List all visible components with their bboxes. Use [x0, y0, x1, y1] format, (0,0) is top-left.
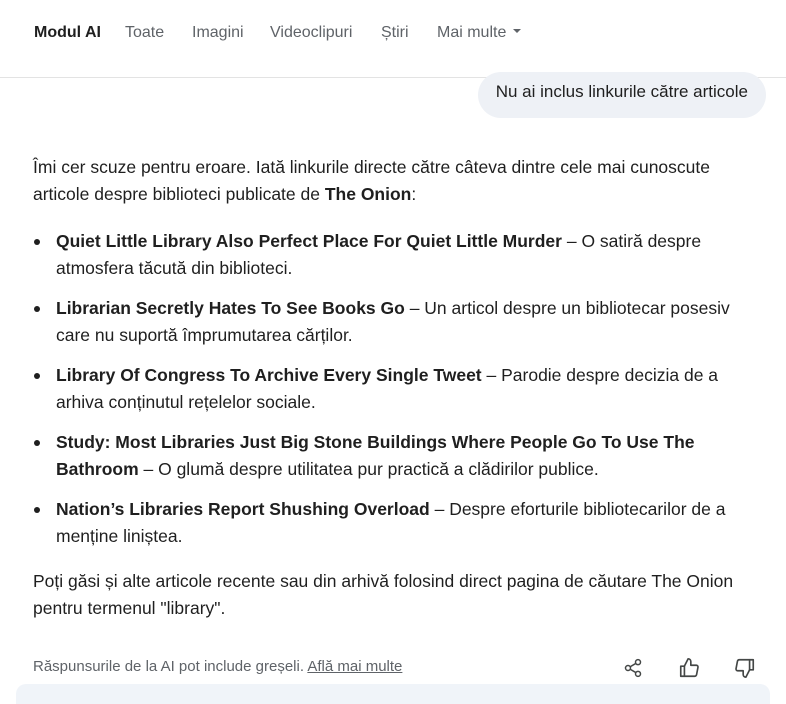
article-list: Quiet Little Library Also Perfect Place … — [33, 228, 768, 550]
disclaimer-text: Răspunsurile de la AI pot include greșel… — [33, 658, 304, 675]
tab-more-label: Mai multe — [437, 24, 507, 41]
user-message-text: Nu ai inclus linkurile către articole — [495, 82, 748, 101]
tab-videos[interactable]: Videoclipuri — [270, 24, 352, 42]
list-item: Quiet Little Library Also Perfect Place … — [33, 228, 768, 282]
answer-intro-colon: : — [411, 184, 417, 204]
article-description: – O glumă despre utilitatea pur practică… — [138, 459, 599, 479]
article-link[interactable]: Librarian Secretly Hates To See Books Go — [56, 298, 405, 318]
share-icon[interactable] — [622, 656, 644, 680]
list-item: Study: Most Libraries Just Big Stone Bui… — [33, 429, 768, 483]
ai-answer: Îmi cer scuze pentru eroare. Iată linkur… — [33, 154, 768, 622]
article-link[interactable]: Library Of Congress To Archive Every Sin… — [56, 365, 482, 385]
answer-intro-source: The Onion — [324, 184, 412, 204]
ai-disclaimer: Răspunsurile de la AI pot include greșel… — [33, 658, 402, 675]
tab-news[interactable]: Știri — [381, 24, 409, 42]
answer-outro: Poți găsi și alte articole recente sau d… — [33, 571, 734, 618]
tab-more[interactable]: Mai multe — [437, 24, 522, 42]
thumbs-up-icon[interactable] — [678, 656, 700, 680]
feedback-actions — [622, 656, 756, 680]
user-message-bubble: Nu ai inclus linkurile către articole — [477, 72, 766, 118]
list-item: Nation’s Libraries Report Shushing Overl… — [33, 496, 768, 550]
article-link[interactable]: Nation’s Libraries Report Shushing Overl… — [56, 499, 430, 519]
list-item: Library Of Congress To Archive Every Sin… — [33, 362, 768, 416]
answer-intro: Îmi cer scuze pentru eroare. Iată linkur… — [33, 154, 768, 208]
search-tabs: Modul AI Toate Imagini Videoclipuri Știr… — [0, 0, 786, 78]
learn-more-link[interactable]: Află mai multe — [307, 658, 402, 675]
thumbs-down-icon[interactable] — [734, 656, 756, 680]
tab-all[interactable]: Toate — [125, 24, 164, 42]
tab-images[interactable]: Imagini — [192, 24, 244, 42]
input-bar-edge — [16, 684, 770, 704]
chevron-down-icon — [513, 28, 522, 33]
list-item: Librarian Secretly Hates To See Books Go… — [33, 295, 768, 349]
tab-ai-mode[interactable]: Modul AI — [34, 24, 101, 42]
article-link[interactable]: Quiet Little Library Also Perfect Place … — [56, 231, 562, 251]
